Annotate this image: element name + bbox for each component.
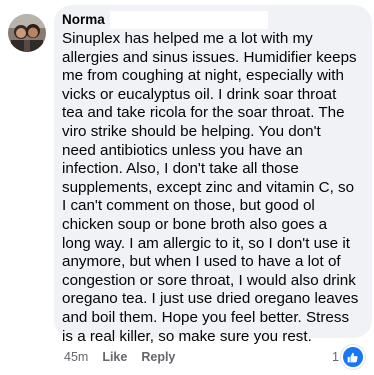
profile-photo-icon	[8, 14, 46, 52]
reaction-summary[interactable]: 1	[332, 345, 365, 369]
redaction-box	[110, 11, 268, 29]
like-thumb-icon	[340, 345, 365, 369]
reply-button[interactable]: Reply	[141, 350, 175, 364]
comment-text: Sinuplex has helped me a lot with my all…	[62, 30, 359, 345]
comment-actions: 45m Like Reply	[64, 348, 175, 366]
comment-timestamp[interactable]: 45m	[64, 350, 88, 364]
reaction-count: 1	[332, 350, 339, 364]
author-name[interactable]: Norma	[62, 11, 105, 29]
avatar[interactable]	[8, 14, 46, 52]
author-row: Norma	[62, 11, 364, 29]
comment-thread: Norma Sinuplex has helped me a lot with …	[0, 0, 374, 375]
like-button[interactable]: Like	[102, 350, 127, 364]
comment-bubble: Norma Sinuplex has helped me a lot with …	[54, 5, 372, 345]
